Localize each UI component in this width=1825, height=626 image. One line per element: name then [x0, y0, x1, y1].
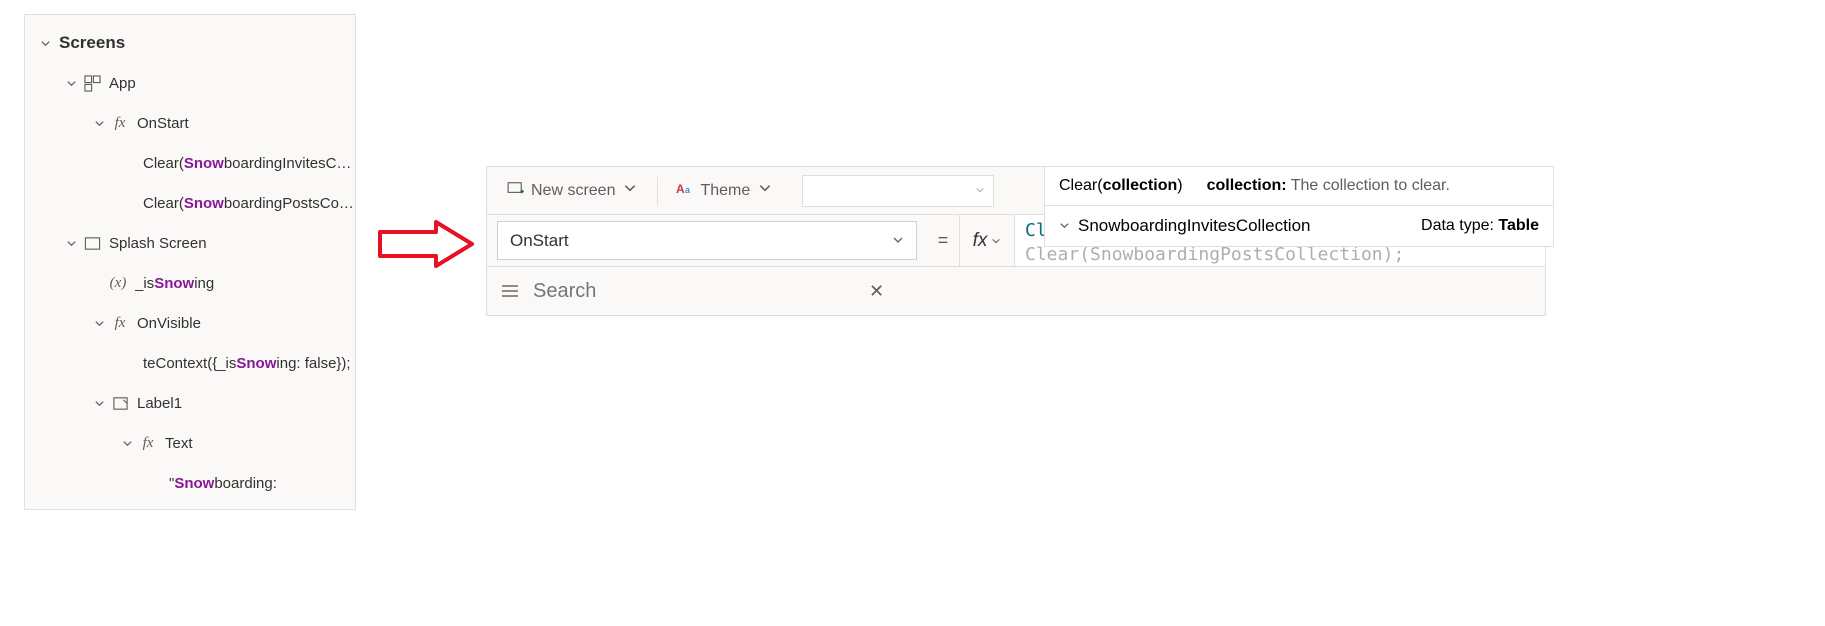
new-screen-label: New screen — [531, 182, 615, 200]
tree-heading-label: Screens — [59, 33, 125, 53]
fx-dropdown[interactable]: fx — [959, 215, 1015, 266]
tree-view-panel: Screens App fx OnStart Clear(Snowboardin… — [24, 14, 356, 510]
theme-button[interactable]: Aa Theme — [666, 175, 784, 206]
chevron-down-icon — [93, 117, 105, 129]
hamburger-icon[interactable] — [487, 284, 533, 298]
chevron-down-icon — [621, 181, 639, 200]
chevron-down-icon — [93, 397, 105, 409]
intellisense-item-name: SnowboardingInvitesCollection — [1078, 216, 1310, 236]
tree-leaf-snowboarding[interactable]: "Snowboarding: — [25, 463, 355, 503]
signature-help: Clear(collection) collection: The collec… — [1045, 167, 1553, 206]
fx-icon: fx — [111, 314, 129, 332]
tree-node-label: Text — [165, 435, 193, 452]
chevron-down-icon — [1059, 216, 1070, 236]
chevron-down-icon — [991, 230, 1001, 252]
new-screen-icon — [507, 181, 525, 200]
svg-text:A: A — [676, 182, 685, 195]
label-icon — [111, 394, 129, 412]
tree-node-onstart[interactable]: fx OnStart — [25, 103, 355, 143]
tree-leaf-clear-invites[interactable]: Clear(SnowboardingInvitesColle... — [25, 143, 355, 183]
tree-node-label: App — [109, 75, 136, 92]
tree-node-label: Label1 — [137, 395, 182, 412]
property-selector[interactable]: OnStart — [497, 221, 917, 260]
tree-leaf-label: "Snowboarding: — [169, 475, 277, 492]
tree-node-splash[interactable]: Splash Screen — [25, 223, 355, 263]
param-description: collection: The collection to clear. — [1207, 177, 1450, 195]
chevron-down-icon — [93, 317, 105, 329]
tree-node-label: _isSnowing — [135, 275, 214, 292]
tree-node-label: OnVisible — [137, 315, 201, 332]
toolbar-combo[interactable] — [802, 175, 994, 207]
chevron-down-icon — [65, 77, 77, 89]
chevron-down-icon — [975, 182, 985, 200]
chevron-down-icon — [65, 237, 77, 249]
intellisense-item[interactable]: SnowboardingInvitesCollection Data type:… — [1045, 206, 1553, 246]
tree-leaf-label: teContext({_isSnowing: false}); — [143, 355, 351, 372]
chevron-down-icon — [39, 37, 51, 49]
theme-label: Theme — [700, 182, 750, 200]
tree-leaf-label: Clear(SnowboardingPostsCollec... — [143, 195, 355, 212]
fx-icon: fx — [139, 434, 157, 452]
search-bar: ✕ — [487, 267, 1545, 315]
tree-leaf-clear-posts[interactable]: Clear(SnowboardingPostsCollec... — [25, 183, 355, 223]
screen-icon — [83, 234, 101, 252]
chevron-down-icon — [892, 231, 904, 251]
tree-node-label1[interactable]: Label1 — [25, 383, 355, 423]
tree-node-label: Splash Screen — [109, 235, 207, 252]
tree-node-text[interactable]: fx Text — [25, 423, 355, 463]
tree-node-onvisible[interactable]: fx OnVisible — [25, 303, 355, 343]
property-selector-value: OnStart — [510, 231, 569, 251]
signature-text: Clear(collection) — [1059, 177, 1183, 195]
fx-icon: fx — [973, 230, 988, 252]
new-screen-button[interactable]: New screen — [497, 175, 649, 206]
intellisense-datatype: Data type: Table — [1421, 217, 1539, 235]
tree-leaf-label: Clear(SnowboardingInvitesColle... — [143, 155, 355, 172]
toolbar-divider — [657, 177, 658, 205]
tree-node-issnowing[interactable]: (x) _isSnowing — [25, 263, 355, 303]
tree-node-label: OnStart — [137, 115, 189, 132]
chevron-down-icon — [756, 181, 774, 200]
tree-node-app[interactable]: App — [25, 63, 355, 103]
equals-label: = — [927, 215, 959, 266]
app-icon — [83, 74, 101, 92]
intellisense-tooltip: Clear(collection) collection: The collec… — [1044, 166, 1554, 247]
variable-icon: (x) — [109, 274, 127, 292]
theme-icon: Aa — [676, 181, 694, 200]
clear-search-icon[interactable]: ✕ — [869, 281, 899, 302]
tree-leaf-tecontext[interactable]: teContext({_isSnowing: false}); — [25, 343, 355, 383]
annotation-arrow-icon — [376, 220, 476, 268]
svg-text:a: a — [685, 185, 690, 195]
tree-heading-screens[interactable]: Screens — [25, 23, 355, 63]
chevron-down-icon — [121, 437, 133, 449]
fx-icon: fx — [111, 114, 129, 132]
search-input[interactable] — [533, 280, 869, 303]
